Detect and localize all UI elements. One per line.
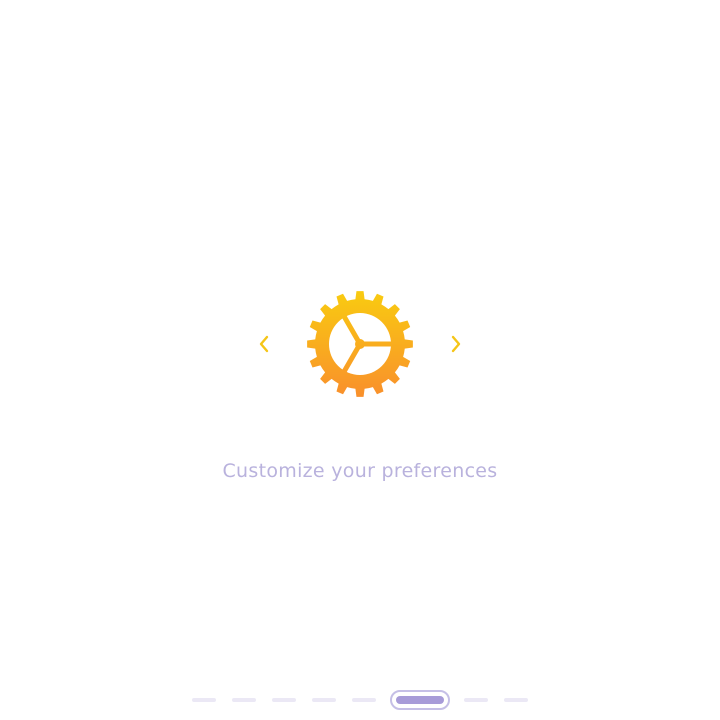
page-dot-active[interactable] bbox=[390, 690, 450, 710]
onboarding-screen: Customize your preferences bbox=[0, 0, 720, 720]
page-dot[interactable] bbox=[312, 698, 336, 702]
page-dot[interactable] bbox=[352, 698, 376, 702]
carousel bbox=[0, 284, 720, 404]
slide-caption: Customize your preferences bbox=[222, 460, 498, 482]
page-dot[interactable] bbox=[504, 698, 528, 702]
page-dot[interactable] bbox=[192, 698, 216, 702]
gear-icon bbox=[306, 290, 414, 398]
previous-slide-button[interactable] bbox=[254, 330, 274, 358]
next-slide-button[interactable] bbox=[446, 330, 466, 358]
slide-illustration bbox=[306, 290, 414, 398]
page-dot-active-fill bbox=[396, 696, 444, 704]
page-dot[interactable] bbox=[272, 698, 296, 702]
page-indicator bbox=[0, 690, 720, 710]
chevron-right-icon bbox=[451, 335, 461, 353]
page-dot[interactable] bbox=[464, 698, 488, 702]
page-dot[interactable] bbox=[232, 698, 256, 702]
chevron-left-icon bbox=[259, 335, 269, 353]
